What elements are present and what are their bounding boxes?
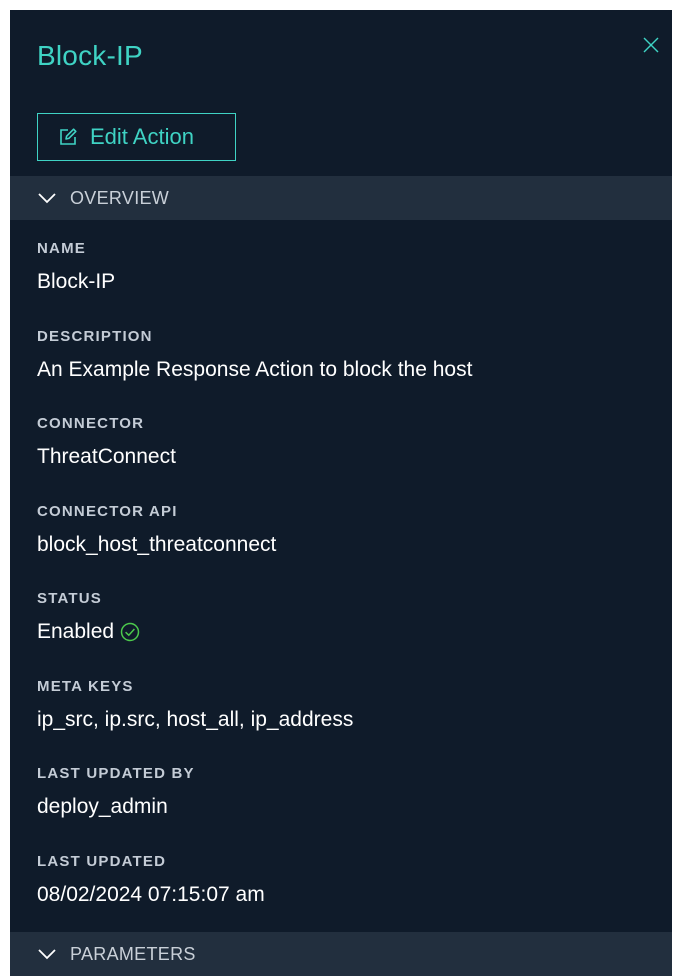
- edit-action-button[interactable]: Edit Action: [37, 113, 236, 161]
- overview-section-label: OVERVIEW: [70, 187, 170, 208]
- field-label: LAST UPDATED BY: [37, 765, 195, 782]
- field-label: CONNECTOR API: [37, 502, 178, 520]
- parameters-section-toggle[interactable]: PARAMETERS: [10, 932, 672, 976]
- field-label: CONNECTOR: [37, 415, 145, 432]
- field-value: deploy_admin: [37, 795, 168, 818]
- panel-title: Block-IP: [37, 40, 143, 71]
- field-label: DESCRIPTION: [37, 327, 153, 345]
- field-label: LAST UPDATED: [37, 852, 167, 870]
- edit-icon: [60, 128, 77, 145]
- field-status: STATUS Enabled: [37, 588, 657, 676]
- overview-fields: NAME Block-IP DESCRIPTION An Example Res…: [37, 238, 657, 938]
- field-value: 08/02/2024 07:15:07 am: [37, 882, 265, 906]
- overview-section-toggle[interactable]: OVERVIEW: [10, 176, 672, 220]
- edit-action-label: Edit Action: [90, 124, 194, 149]
- field-label: META KEYS: [37, 677, 134, 695]
- field-connector-api: CONNECTOR API block_host_threatconnect: [37, 501, 657, 589]
- field-last-updated: LAST UPDATED 08/02/2024 07:15:07 am: [37, 851, 657, 939]
- field-connector: CONNECTOR ThreatConnect: [37, 413, 657, 501]
- field-value: An Example Response Action to block the …: [37, 357, 473, 381]
- check-circle-icon: [120, 622, 140, 642]
- close-icon: [643, 37, 659, 53]
- field-description: DESCRIPTION An Example Response Action t…: [37, 326, 657, 414]
- chevron-down-icon: [38, 193, 56, 204]
- status-value: Enabled: [37, 620, 115, 643]
- parameters-section-label: PARAMETERS: [70, 943, 196, 964]
- field-value: ip_src, ip.src, host_all, ip_address: [37, 707, 354, 731]
- field-name: NAME Block-IP: [37, 238, 657, 326]
- field-value: Block-IP: [37, 270, 116, 293]
- chevron-down-icon: [38, 949, 56, 960]
- field-value: block_host_threatconnect: [37, 532, 277, 556]
- field-last-updated-by: LAST UPDATED BY deploy_admin: [37, 763, 657, 851]
- field-label: STATUS: [37, 590, 102, 607]
- field-meta-keys: META KEYS ip_src, ip.src, host_all, ip_a…: [37, 676, 657, 764]
- close-button[interactable]: [642, 36, 660, 54]
- field-value: ThreatConnect: [37, 445, 176, 468]
- field-label: NAME: [37, 240, 86, 257]
- action-details-panel: Block-IP Edit Action OVERVIEW NAME Block…: [10, 10, 672, 976]
